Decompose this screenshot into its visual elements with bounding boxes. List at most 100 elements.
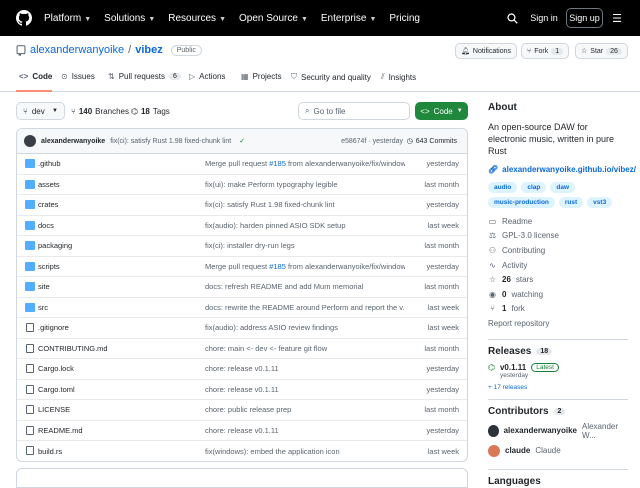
tab-issues[interactable]: ⊙ Issues [61,72,95,81]
topic-tag[interactable]: music-production [488,197,555,208]
tab-insights[interactable]: ⫽ Insights [381,72,416,82]
avatar[interactable] [24,135,36,147]
commit-message[interactable]: chore: release v0.1.11 [205,364,279,373]
commit-message[interactable]: fix(ci): satisfy Rust 1.98 fixed-chunk l… [205,200,335,209]
folder-icon [25,241,35,250]
commit-message[interactable]: fix(ci): satisfy Rust 1.98 fixed-chunk l… [110,138,231,145]
contributor-item[interactable]: claude Claude [488,441,628,461]
commit-hash[interactable]: e58674f · yesterday [341,138,403,145]
history-icon: ◷ [406,138,413,145]
file-name[interactable]: packaging [38,241,72,250]
file-name[interactable]: scripts [38,262,60,271]
tab-projects[interactable]: ▦ Projects [241,72,281,81]
chevron-down-icon: ▼ [84,15,92,23]
tags-link[interactable]: ⌬ 18 Tags [131,102,170,120]
contributors-heading[interactable]: Contributors 2 [488,406,628,417]
file-name[interactable]: .gitignore [38,323,69,332]
go-to-file-input[interactable]: ⌕ Go to file [298,102,410,120]
file-name[interactable]: README.md [38,426,83,435]
more-releases-link[interactable]: + 17 releases [488,384,628,391]
tab-pull-requests[interactable]: ⇅ Pull requests 6 [108,72,181,81]
nav-platform[interactable]: Platform ▼ [44,13,91,24]
commit-message[interactable]: fix(ci): installer dry-run legs [205,241,295,250]
nav-solutions[interactable]: Solutions ▼ [104,13,155,24]
contributing-link[interactable]: ⚇ Contributing [488,243,628,258]
commit-message[interactable]: Merge pull request #185 from alexanderwa… [205,159,405,168]
folder-icon [25,261,35,271]
latest-badge: Latest [531,362,559,372]
commit-date: last month [424,241,459,251]
notifications-button[interactable]: 🔔︎ Notifications [455,43,518,59]
readme-link[interactable]: ▭ Readme [488,214,628,229]
branch-selector[interactable]: ⑂ dev ▼ [16,102,65,120]
branches-link[interactable]: ⑂ 140 Branches [71,102,129,120]
activity-link[interactable]: ∿ Activity [488,258,628,273]
commit-message[interactable]: docs: rewrite the README around Perform … [205,303,405,312]
check-icon[interactable]: ✓ [239,137,245,145]
topic-tag[interactable]: daw [550,182,576,193]
commit-message[interactable]: chore: release v0.1.11 [205,385,279,394]
github-logo-icon[interactable] [16,10,32,26]
sign-up-button[interactable]: Sign up [566,8,603,28]
topic-tag[interactable]: audio [488,182,518,193]
file-name[interactable]: crates [38,200,58,209]
releases-heading[interactable]: Releases 18 [488,346,628,357]
file-name[interactable]: site [38,282,50,291]
nav-resources[interactable]: Resources ▼ [168,13,226,24]
forks-link[interactable]: ⑂ 1 fork [488,302,628,317]
commit-message[interactable]: chore: public release prep [205,405,291,414]
file-name[interactable]: .github [38,159,61,168]
file-name[interactable]: build.rs [38,447,62,456]
topic-tag[interactable]: rust [558,197,584,208]
pr-link[interactable]: #185 [269,262,286,271]
file-name[interactable]: LICENSE [38,405,70,414]
commit-message[interactable]: docs: refresh README and add Mum memoria… [205,282,363,291]
table-row: build.rs fix(windows): embed the applicat… [17,441,467,461]
pr-link[interactable]: #185 [269,159,286,168]
fork-button[interactable]: ⑂ Fork 1 [521,43,570,59]
tab-code[interactable]: <> Code [19,72,52,81]
commit-message[interactable]: fix(windows): embed the application icon [205,447,340,456]
file-name[interactable]: CONTRIBUTING.md [38,344,108,353]
commit-message[interactable]: fix(ui): make Perform typography legible [205,180,338,189]
star-icon: ☆ [488,275,497,285]
stars-link[interactable]: ☆ 26 stars [488,272,628,287]
report-repository-link[interactable]: Report repository [488,316,628,331]
file-name[interactable]: docs [38,221,54,230]
commit-message[interactable]: Merge pull request #185 from alexanderwa… [205,262,405,271]
website-link[interactable]: 🔗︎ alexanderwanyoike.github.io/vibez/ [488,165,636,174]
code-button[interactable]: <> Code ▼ [415,102,468,120]
contributor-item[interactable]: alexanderwanyoike Alexander W... [488,421,628,441]
file-name[interactable]: assets [38,180,60,189]
commit-message[interactable]: fix(audio): harden pinned ASIO SDK setup [205,221,346,230]
file-name[interactable]: src [38,303,48,312]
file-name[interactable]: Cargo.lock [38,364,74,373]
table-row: LICENSE chore: public release prep last mo… [17,400,467,421]
topic-tag[interactable]: clap [521,182,547,193]
tab-security[interactable]: ⛉ Security and quality [291,72,371,82]
license-link[interactable]: ⚖ GPL-3.0 license [488,229,628,244]
eye-icon: ◉ [489,289,496,299]
commit-message[interactable]: chore: release v0.1.11 [205,426,279,435]
nav-enterprise[interactable]: Enterprise ▼ [321,13,377,24]
tab-actions[interactable]: ▷ Actions [189,72,225,81]
repo-owner-link[interactable]: alexanderwanyoike [30,44,124,56]
repo-name-link[interactable]: vibez [135,44,163,56]
commit-date: yesterday [426,425,459,435]
repo-tabs: <> Code ⊙ Issues ⇅ Pull requests 6 ▷ Actions … [0,66,640,92]
commit-author[interactable]: alexanderwanyoike [41,138,105,145]
commits-link[interactable]: ◷ 643 Commits [406,137,457,146]
avatar [488,424,499,437]
menu-icon[interactable]: ☰ [609,8,625,28]
commit-message[interactable]: chore: main <- dev <- feature git flow [205,344,327,353]
watching-link[interactable]: ◉ 0 watching [488,287,628,302]
topic-tag[interactable]: vst3 [587,197,613,208]
nav-open-source[interactable]: Open Source ▼ [239,13,308,24]
sign-in-link[interactable]: Sign in [527,8,561,28]
nav-pricing[interactable]: Pricing [389,13,420,24]
latest-release[interactable]: ⌬ v0.1.11 Latest [488,362,628,372]
search-icon[interactable] [502,8,522,28]
file-name[interactable]: Cargo.toml [38,385,75,394]
star-button[interactable]: ☆ Star 26 [575,43,628,59]
commit-message[interactable]: fix(audio): address ASIO review findings [205,323,338,332]
